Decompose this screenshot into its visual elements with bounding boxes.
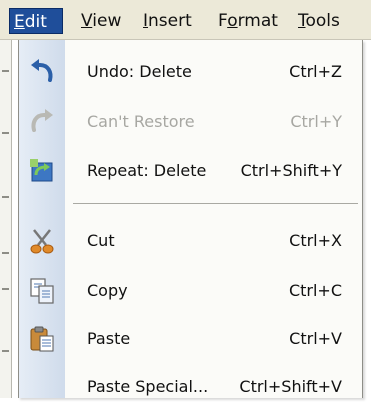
menu-item-label: Paste	[87, 329, 131, 348]
menu-item-shortcut: Ctrl+X	[289, 231, 342, 250]
menu-item-label: Repeat: Delete	[87, 161, 207, 180]
menu-bar: Edit View Insert Format Tools	[0, 0, 371, 40]
menu-item-paste-special[interactable]: Paste Special... Ctrl+Shift+V	[19, 364, 362, 410]
menu-item-cant-restore: Can't Restore Ctrl+Y	[19, 99, 362, 145]
menu-item-undo[interactable]: Undo: Delete Ctrl+Z	[19, 49, 362, 95]
copy-icon	[28, 277, 56, 305]
menu-separator	[73, 203, 358, 204]
menu-item-shortcut: Ctrl+Shift+Y	[240, 161, 342, 180]
menu-format[interactable]: Format	[214, 8, 282, 34]
undo-icon	[28, 58, 56, 86]
ruler-tick	[2, 132, 9, 134]
menu-edit[interactable]: Edit	[9, 8, 63, 34]
ruler-tick	[2, 350, 9, 352]
edit-menu-dropdown: Undo: Delete Ctrl+Z Can't Restore Ctrl+Y…	[18, 40, 363, 398]
menu-item-label: Cut	[87, 231, 115, 250]
menu-insert[interactable]: Insert	[139, 8, 196, 34]
left-ruler-strip	[0, 40, 12, 398]
menu-item-label: Copy	[87, 281, 128, 300]
menu-item-cut[interactable]: Cut Ctrl+X	[19, 218, 362, 264]
menu-tools[interactable]: Tools	[294, 8, 344, 34]
menu-item-shortcut: Ctrl+Z	[289, 62, 342, 81]
ruler-tick	[2, 70, 9, 72]
menu-item-label: Undo: Delete	[87, 62, 192, 81]
ruler-tick	[2, 196, 9, 198]
scissors-icon	[28, 227, 56, 255]
menu-item-shortcut: Ctrl+Shift+V	[239, 377, 342, 396]
menu-item-shortcut: Ctrl+V	[289, 329, 342, 348]
menu-item-repeat[interactable]: Repeat: Delete Ctrl+Shift+Y	[19, 148, 362, 194]
menu-item-shortcut: Ctrl+C	[288, 281, 342, 300]
menu-item-label: Paste Special...	[87, 377, 209, 396]
menu-item-label: Can't Restore	[87, 112, 195, 131]
menu-item-paste[interactable]: Paste Ctrl+V	[19, 316, 362, 362]
menu-item-copy[interactable]: Copy Ctrl+C	[19, 268, 362, 314]
paste-icon	[28, 325, 56, 353]
menu-item-shortcut: Ctrl+Y	[290, 112, 342, 131]
ruler-tick	[2, 288, 9, 290]
ruler-tick	[2, 252, 9, 254]
repeat-icon	[28, 157, 56, 185]
restore-icon	[28, 108, 56, 136]
menu-view[interactable]: View	[77, 8, 125, 34]
